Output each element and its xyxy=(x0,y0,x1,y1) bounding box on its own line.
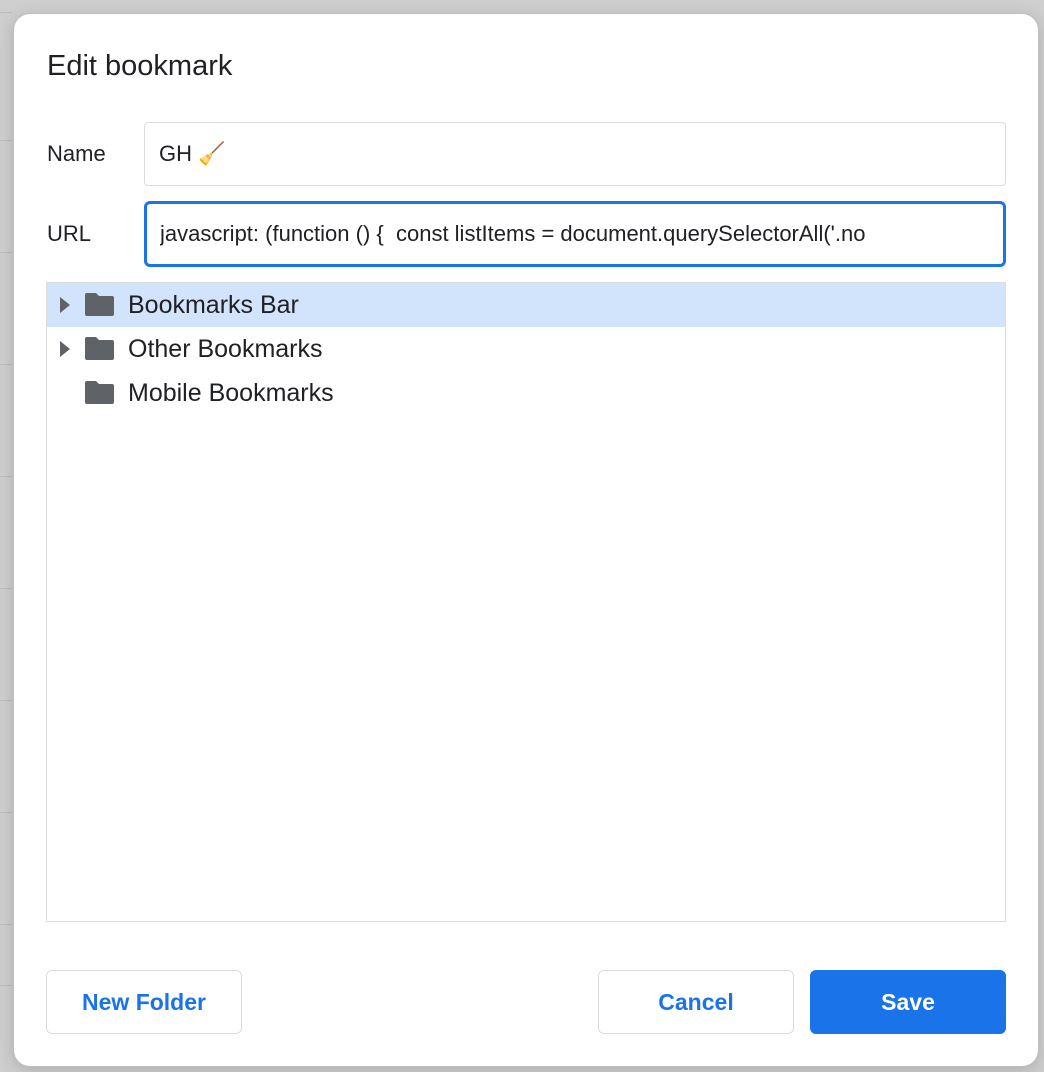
folder-item-mobile-bookmarks[interactable]: Mobile Bookmarks xyxy=(47,371,1005,415)
bg-row xyxy=(0,365,12,477)
bg-row xyxy=(0,701,12,813)
folder-item-other-bookmarks[interactable]: Other Bookmarks xyxy=(47,327,1005,371)
folder-tree[interactable]: Bookmarks Bar Other Bookmarks Mobile Boo… xyxy=(46,282,1006,922)
folder-icon xyxy=(85,293,114,316)
new-folder-button[interactable]: New Folder xyxy=(46,970,242,1034)
bg-row xyxy=(0,477,12,589)
chevron-right-icon[interactable] xyxy=(60,297,70,313)
chevron-right-icon[interactable] xyxy=(60,341,70,357)
save-button[interactable]: Save xyxy=(810,970,1006,1034)
url-input[interactable] xyxy=(144,201,1006,267)
folder-label: Mobile Bookmarks xyxy=(128,379,334,407)
bg-row xyxy=(0,813,12,925)
folder-item-bookmarks-bar[interactable]: Bookmarks Bar xyxy=(47,283,1005,327)
bg-row xyxy=(0,253,12,365)
dialog-title: Edit bookmark xyxy=(47,50,233,82)
folder-icon xyxy=(85,337,114,360)
bg-row xyxy=(0,0,12,13)
name-label: Name xyxy=(47,141,106,166)
bg-row xyxy=(0,29,12,141)
bg-row xyxy=(0,925,12,986)
folder-label: Bookmarks Bar xyxy=(128,291,299,319)
url-label: URL xyxy=(47,221,92,246)
folder-icon xyxy=(85,381,114,404)
bg-row xyxy=(0,141,12,253)
bg-row xyxy=(0,589,12,701)
name-input[interactable] xyxy=(144,122,1006,186)
cancel-button[interactable]: Cancel xyxy=(598,970,794,1034)
folder-label: Other Bookmarks xyxy=(128,335,323,363)
edit-bookmark-dialog: Edit bookmark Name URL Bookmarks Bar Oth… xyxy=(14,14,1038,1066)
